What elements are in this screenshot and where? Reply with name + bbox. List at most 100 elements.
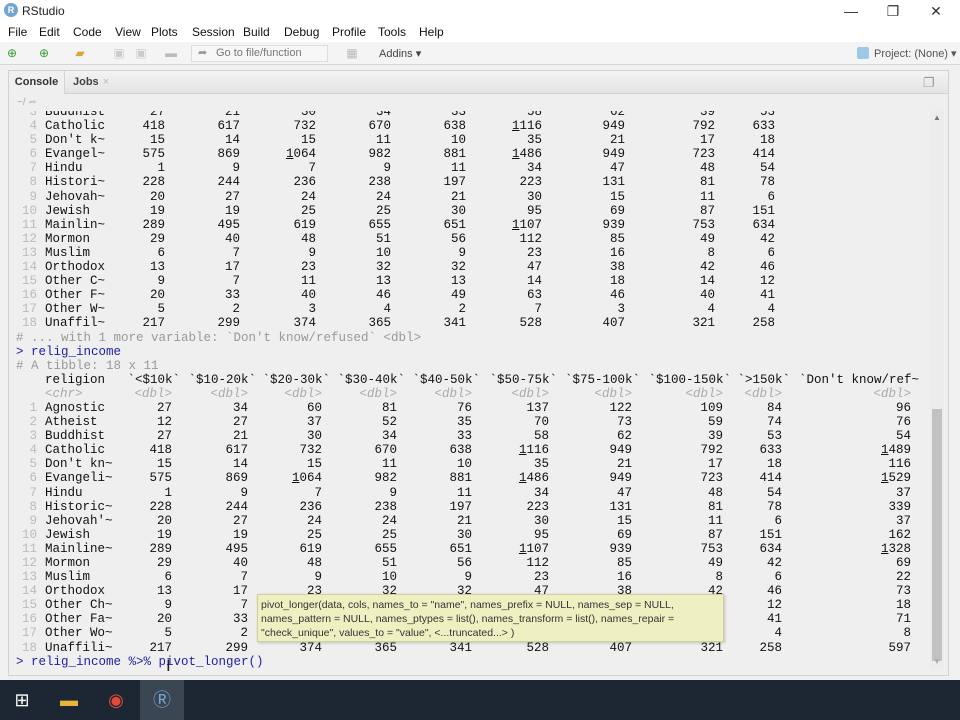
table-row: 14 Orthodox 13 17 23 32 32 47 38 42 46 bbox=[9, 260, 930, 274]
cell-value: 321 bbox=[692, 316, 715, 331]
save-icon[interactable]: ▣ bbox=[111, 46, 127, 60]
cell-value: 15 bbox=[616, 513, 632, 528]
cell-value: 2 bbox=[240, 626, 248, 641]
cell-value: 112 bbox=[526, 556, 549, 570]
cell-value: 1064 bbox=[291, 471, 322, 486]
cell-value: 14 bbox=[232, 457, 248, 472]
new-project-icon[interactable]: ⊕ bbox=[36, 46, 52, 60]
row-number: 7 bbox=[29, 161, 37, 176]
cell-value: 8 bbox=[903, 626, 911, 641]
cell-value: 56 bbox=[456, 556, 472, 570]
cell-value: 5 bbox=[164, 626, 172, 641]
chrome-icon[interactable]: ◉ bbox=[94, 680, 138, 720]
tab-console[interactable]: Console bbox=[9, 71, 65, 94]
save-all-icon[interactable]: ▣ bbox=[133, 46, 149, 60]
row-name: Buddhist bbox=[45, 111, 106, 119]
menu-profile[interactable]: Profile bbox=[332, 25, 366, 39]
menu-session[interactable]: Session bbox=[192, 25, 235, 39]
cell-value: 1116 bbox=[511, 119, 542, 134]
cell-value: 13 bbox=[149, 260, 165, 275]
cell-value: 6 bbox=[157, 245, 165, 260]
cell-value: 299 bbox=[225, 640, 248, 655]
close-icon[interactable]: ✕ bbox=[914, 0, 958, 22]
tibble-info: # A tibble: 18 x 11 bbox=[9, 359, 930, 373]
go-to-file-input[interactable]: ➦ Go to file/function bbox=[191, 45, 328, 62]
cell-value: 33 bbox=[450, 111, 466, 119]
cell-value: 4 bbox=[383, 302, 391, 317]
rstudio-task-icon[interactable]: Ⓡ bbox=[140, 680, 184, 720]
project-menu[interactable]: Project: (None) ▾ bbox=[874, 47, 957, 60]
file-explorer-icon[interactable]: ▬ bbox=[47, 680, 91, 720]
open-file-icon[interactable]: ▰ bbox=[72, 46, 88, 60]
row-name: Mormon bbox=[45, 556, 91, 570]
restore-icon[interactable]: ❐ bbox=[871, 0, 915, 22]
menu-help[interactable]: Help bbox=[419, 25, 444, 39]
cell-value: 223 bbox=[526, 499, 549, 514]
table-row: 5 Don't kn~ 15 14 15 11 10 35 21 17 18 116 bbox=[9, 457, 930, 471]
minimize-icon[interactable]: — bbox=[829, 0, 873, 22]
cell-value: 597 bbox=[888, 640, 911, 655]
cell-value: 223 bbox=[519, 175, 542, 190]
menu-plots[interactable]: Plots bbox=[151, 25, 178, 39]
cell-value: 37 bbox=[895, 513, 911, 528]
scroll-up-icon[interactable]: ▲ bbox=[933, 113, 941, 122]
go-to-directory-icon[interactable]: ➦ bbox=[28, 97, 36, 108]
table-row: 5 Don't k~ 15 14 15 11 10 35 21 17 18 bbox=[9, 133, 930, 147]
menu-tools[interactable]: Tools bbox=[378, 25, 406, 39]
cell-value: 2 bbox=[232, 302, 240, 317]
cell-value: 63 bbox=[526, 288, 542, 303]
menu-view[interactable]: View bbox=[115, 25, 141, 39]
cell-value: 58 bbox=[533, 429, 549, 444]
cell-value: 96 bbox=[895, 400, 911, 415]
new-file-icon[interactable]: ⊕ bbox=[4, 46, 20, 60]
cell-value: 20 bbox=[149, 288, 165, 303]
windows-start-icon[interactable]: ⊞ bbox=[0, 680, 44, 720]
row-name: Orthodox bbox=[45, 260, 106, 275]
close-tab-icon[interactable]: × bbox=[103, 76, 109, 88]
scrollbar-thumb[interactable] bbox=[932, 409, 942, 661]
row-name: Jewish bbox=[45, 527, 91, 542]
cell-value: 10 bbox=[375, 245, 391, 260]
row-number: 13 bbox=[21, 245, 37, 260]
cell-value: 10 bbox=[450, 133, 466, 148]
cell-value: 151 bbox=[759, 527, 782, 542]
cell-value: 62 bbox=[616, 429, 632, 444]
scrollbar[interactable]: ▲ ▼ bbox=[930, 111, 944, 669]
menu-edit[interactable]: Edit bbox=[39, 25, 60, 39]
row-number: 10 bbox=[21, 527, 37, 542]
cell-value: 21 bbox=[609, 133, 625, 148]
maximize-pane-icon[interactable]: ❐ bbox=[923, 75, 935, 91]
row-number: 15 bbox=[21, 274, 37, 289]
cell-value: 81 bbox=[381, 400, 397, 415]
cell-value: 9 bbox=[389, 485, 397, 500]
row-name: Jehovah~ bbox=[45, 189, 106, 204]
cell-value: 9 bbox=[164, 598, 172, 613]
console-input[interactable]: > relig_income %>% pivot_longer() bbox=[9, 655, 930, 669]
scroll-down-icon[interactable]: ▼ bbox=[933, 657, 941, 666]
table-row: 11 Mainlin~ 289 495 619 655 651 1107 939 753 634 bbox=[9, 218, 930, 232]
menu-code[interactable]: Code bbox=[73, 25, 102, 39]
cell-value: 34 bbox=[375, 111, 391, 119]
menu-file[interactable]: File bbox=[8, 25, 27, 39]
cell-value: 1064 bbox=[285, 147, 316, 162]
cell-value: 374 bbox=[293, 316, 316, 331]
cell-value: 13 bbox=[375, 274, 391, 289]
cell-value: 6 bbox=[774, 513, 782, 528]
row-name: Unaffili~ bbox=[45, 640, 113, 655]
cell-value: 9 bbox=[314, 570, 322, 585]
table-row: 6 Evangel~ 575 869 1064 982 881 1486 949 723 414 bbox=[9, 147, 930, 161]
menu-debug[interactable]: Debug bbox=[284, 25, 319, 39]
print-icon[interactable]: ▬ bbox=[163, 46, 179, 60]
workspace-panes-icon[interactable]: ▦ bbox=[344, 46, 360, 60]
tab-jobs[interactable]: Jobs × bbox=[73, 71, 109, 94]
table-row: 8 Histori~ 228 244 236 238 197 223 131 81 78 bbox=[9, 175, 930, 189]
cell-value: 49 bbox=[707, 556, 723, 570]
cell-value: 4 bbox=[707, 302, 715, 317]
input-text[interactable]: > relig_income %>% pivot_longer() bbox=[9, 655, 264, 669]
menu-build[interactable]: Build bbox=[243, 25, 270, 39]
addins-button[interactable]: Addins ▾ bbox=[379, 47, 421, 60]
cell-value: 753 bbox=[700, 541, 723, 556]
cell-value: 15 bbox=[306, 457, 322, 472]
console-output[interactable]: 3 Buddhist 27 21 30 34 33 58 62 39 53 4 Catholic 418 6… bbox=[9, 111, 930, 669]
column-type: <dbl> bbox=[434, 386, 472, 401]
